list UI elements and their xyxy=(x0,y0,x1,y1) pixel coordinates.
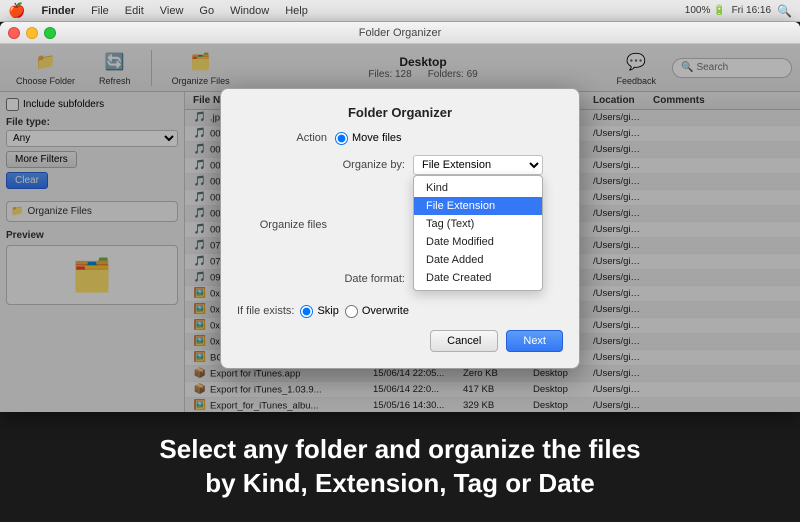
title-bar: Folder Organizer xyxy=(0,22,800,44)
caption-text: Select any folder and organize the files… xyxy=(159,433,640,501)
menu-finder[interactable]: Finder xyxy=(41,5,75,17)
close-button[interactable] xyxy=(8,27,20,39)
dropdown-date-added[interactable]: Date Added xyxy=(414,251,542,269)
window-title: Folder Organizer xyxy=(359,27,442,39)
organize-files-row-label: Organize files xyxy=(237,219,327,231)
modal-action-section: Action Move files xyxy=(237,132,563,145)
modal-if-exists-section: If file exists: Skip Overwrite xyxy=(237,305,563,318)
modal-organize-section: Organize files Organize by: Kind File Ex… xyxy=(237,155,563,295)
modal-dialog: Folder Organizer Action Move files Organ… xyxy=(220,88,580,369)
move-files-radio[interactable]: Move files xyxy=(335,132,402,145)
menu-edit[interactable]: Edit xyxy=(125,5,144,17)
dropdown-date-created[interactable]: Date Created xyxy=(414,269,542,287)
organize-by-dropdown: Kind File Extension Tag (Text) Date Modi… xyxy=(413,175,543,291)
skip-radio[interactable]: Skip xyxy=(300,305,338,318)
cancel-button[interactable]: Cancel xyxy=(430,330,498,352)
dropdown-kind[interactable]: Kind xyxy=(414,179,542,197)
action-label: Action xyxy=(237,132,327,144)
dropdown-tag[interactable]: Tag (Text) xyxy=(414,215,542,233)
menu-help[interactable]: Help xyxy=(285,5,308,17)
dropdown-file-extension[interactable]: File Extension xyxy=(414,197,542,215)
organize-by-label: Organize by: xyxy=(335,159,405,171)
menu-go[interactable]: Go xyxy=(199,5,214,17)
if-exists-label: If file exists: xyxy=(237,305,294,317)
modal-title: Folder Organizer xyxy=(237,105,563,120)
organize-by-select[interactable]: Kind File Extension Tag (Text) Date Modi… xyxy=(413,155,543,175)
modal-buttons: Cancel Next xyxy=(237,330,563,352)
menu-window[interactable]: Window xyxy=(230,5,269,17)
bottom-caption: Select any folder and organize the files… xyxy=(0,412,800,522)
overwrite-label: Overwrite xyxy=(362,305,409,317)
modal-overlay: Folder Organizer Action Move files Organ… xyxy=(0,44,800,412)
overwrite-radio[interactable]: Overwrite xyxy=(345,305,409,318)
skip-label: Skip xyxy=(317,305,338,317)
date-format-label: Date format: xyxy=(335,273,405,285)
maximize-button[interactable] xyxy=(44,27,56,39)
next-button[interactable]: Next xyxy=(506,330,563,352)
menu-file[interactable]: File xyxy=(91,5,109,17)
minimize-button[interactable] xyxy=(26,27,38,39)
dropdown-date-modified[interactable]: Date Modified xyxy=(414,233,542,251)
menu-view[interactable]: View xyxy=(160,5,184,17)
move-files-label: Move files xyxy=(352,132,402,144)
